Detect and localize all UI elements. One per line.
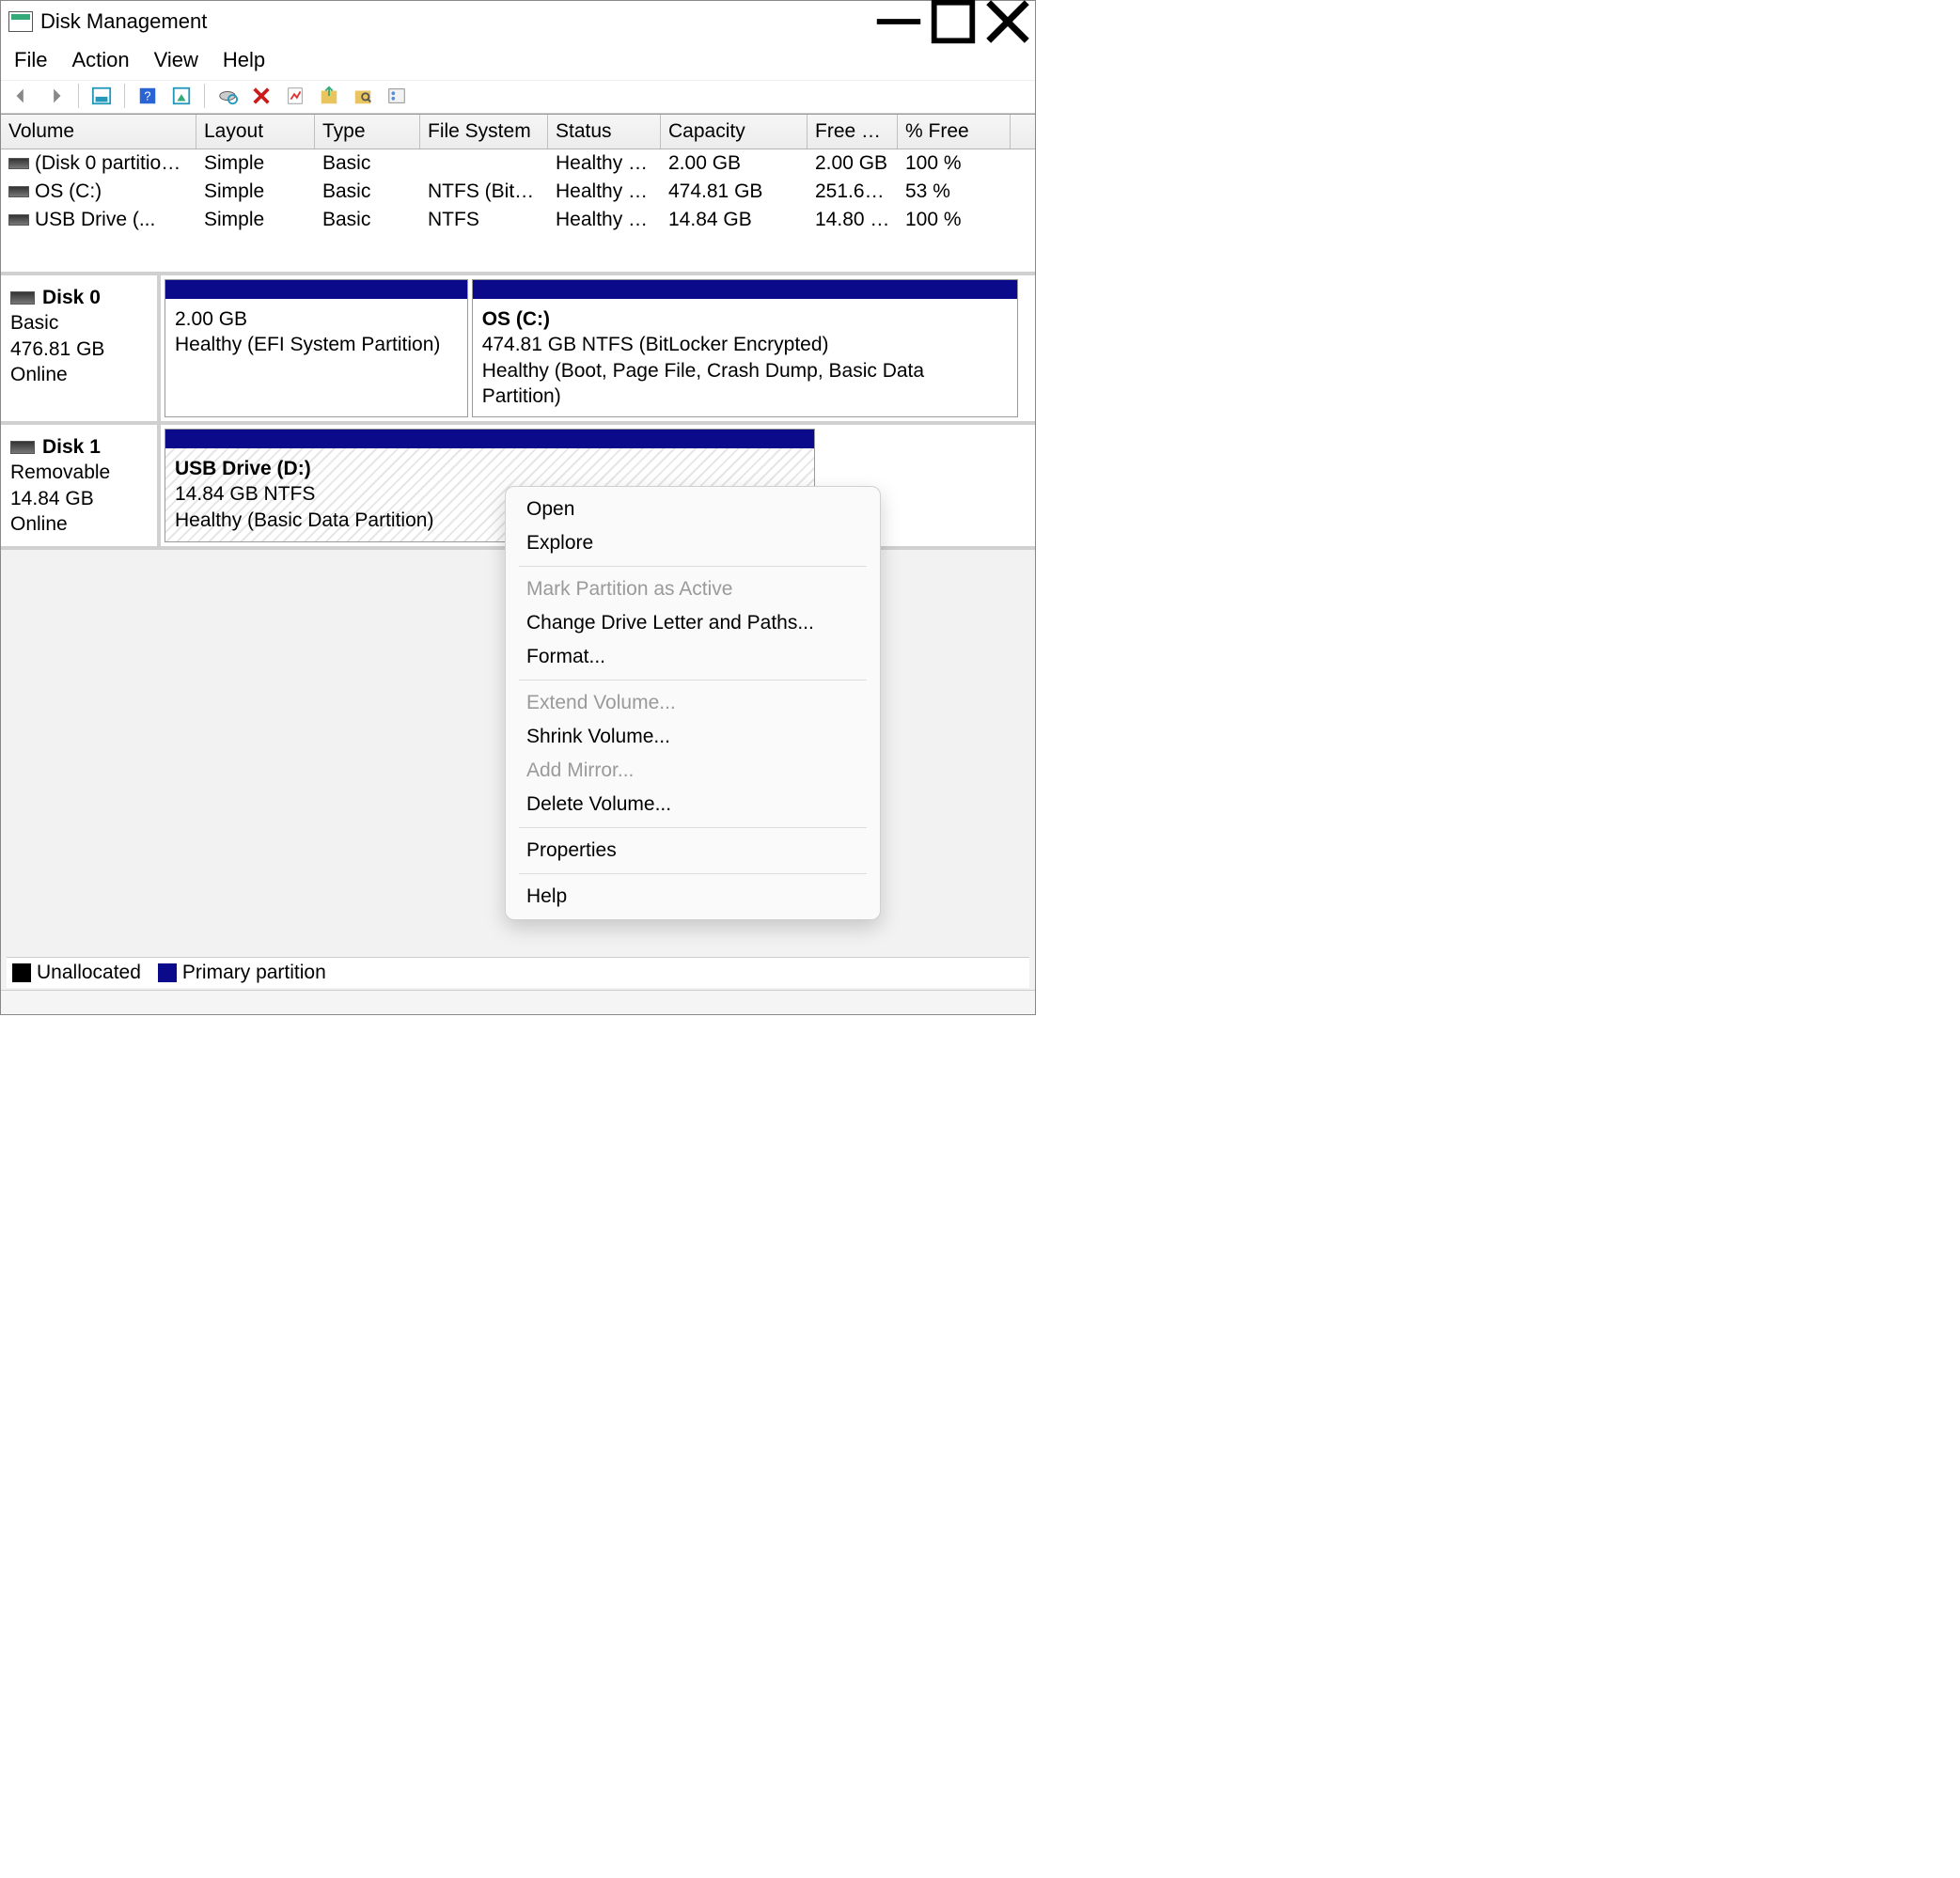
ctx-explore[interactable]: Explore <box>506 526 880 560</box>
volume-list: Volume Layout Type File System Status Ca… <box>1 114 1035 272</box>
partition[interactable]: OS (C:)474.81 GB NTFS (BitLocker Encrypt… <box>472 279 1018 417</box>
disk-icon <box>10 441 35 454</box>
ctx-mark-active: Mark Partition as Active <box>506 572 880 606</box>
context-menu: Open Explore Mark Partition as Active Ch… <box>505 486 881 920</box>
legend-unallocated: Unallocated <box>12 962 141 984</box>
ctx-open[interactable]: Open <box>506 493 880 526</box>
menu-help[interactable]: Help <box>223 48 265 72</box>
settings-button[interactable] <box>382 83 412 109</box>
ctx-separator <box>519 566 867 567</box>
ctx-shrink[interactable]: Shrink Volume... <box>506 720 880 754</box>
minimize-button[interactable] <box>871 1 926 42</box>
ctx-change-letter[interactable]: Change Drive Letter and Paths... <box>506 606 880 640</box>
ctx-extend: Extend Volume... <box>506 686 880 720</box>
column-capacity[interactable]: Capacity <box>661 115 808 149</box>
help-button[interactable]: ? <box>133 83 163 109</box>
disk-row: Disk 0Basic476.81 GBOnline2.00 GBHealthy… <box>1 275 1035 425</box>
window-controls <box>871 1 1035 42</box>
svg-text:?: ? <box>144 89 150 103</box>
ctx-add-mirror: Add Mirror... <box>506 754 880 788</box>
volume-row[interactable]: USB Drive (...SimpleBasicNTFSHealthy (B.… <box>1 206 1035 234</box>
swatch-blue-icon <box>158 963 177 982</box>
toolbar-separator <box>78 84 79 108</box>
disk-icon <box>8 186 29 197</box>
search-button[interactable] <box>348 83 378 109</box>
swatch-black-icon <box>12 963 31 982</box>
toolbar-separator <box>204 84 205 108</box>
rescan-disks-button[interactable] <box>212 83 243 109</box>
ctx-help[interactable]: Help <box>506 880 880 914</box>
properties-button[interactable] <box>280 83 310 109</box>
disk-icon <box>8 214 29 226</box>
partition-header-bar <box>165 280 467 299</box>
legend: Unallocated Primary partition <box>7 957 1029 988</box>
back-button[interactable] <box>7 83 37 109</box>
menu-view[interactable]: View <box>154 48 198 72</box>
delete-button[interactable] <box>246 83 276 109</box>
partition-container: 2.00 GBHealthy (EFI System Partition)OS … <box>161 275 1035 421</box>
volume-list-body: (Disk 0 partition 1)SimpleBasicHealthy (… <box>1 149 1035 272</box>
column-layout[interactable]: Layout <box>196 115 315 149</box>
show-hide-tree-button[interactable] <box>86 83 117 109</box>
volume-row[interactable]: (Disk 0 partition 1)SimpleBasicHealthy (… <box>1 149 1035 178</box>
column-volume[interactable]: Volume <box>1 115 196 149</box>
toolbar-separator <box>124 84 125 108</box>
ctx-delete[interactable]: Delete Volume... <box>506 788 880 822</box>
ctx-format[interactable]: Format... <box>506 640 880 674</box>
partition-header-bar <box>473 280 1017 299</box>
disk-icon <box>8 158 29 169</box>
ctx-separator <box>519 827 867 828</box>
column-type[interactable]: Type <box>315 115 420 149</box>
menu-file[interactable]: File <box>14 48 47 72</box>
disk-icon <box>10 291 35 305</box>
legend-primary: Primary partition <box>158 962 326 984</box>
volume-row[interactable]: OS (C:)SimpleBasicNTFS (BitLo...Healthy … <box>1 178 1035 206</box>
ctx-separator <box>519 680 867 681</box>
column-filesystem[interactable]: File System <box>420 115 548 149</box>
refresh-button[interactable] <box>166 83 196 109</box>
partition[interactable]: 2.00 GBHealthy (EFI System Partition) <box>165 279 468 417</box>
column-status[interactable]: Status <box>548 115 661 149</box>
disk-info[interactable]: Disk 1Removable14.84 GBOnline <box>1 425 161 546</box>
menu-action[interactable]: Action <box>71 48 129 72</box>
disk-info[interactable]: Disk 0Basic476.81 GBOnline <box>1 275 161 421</box>
menubar: File Action View Help <box>1 42 1035 80</box>
window-title: Disk Management <box>40 9 207 34</box>
column-free-space[interactable]: Free Spa... <box>808 115 898 149</box>
maximize-button[interactable] <box>926 1 980 42</box>
import-button[interactable] <box>314 83 344 109</box>
close-button[interactable] <box>980 1 1035 42</box>
column-pct-free[interactable]: % Free <box>898 115 1011 149</box>
status-bar <box>1 990 1035 1014</box>
forward-button[interactable] <box>40 83 71 109</box>
titlebar: Disk Management <box>1 1 1035 42</box>
window-frame: Disk Management File Action View Help ? … <box>0 0 1036 1015</box>
toolbar: ? <box>1 80 1035 114</box>
ctx-separator <box>519 873 867 874</box>
ctx-properties[interactable]: Properties <box>506 834 880 868</box>
partition-header-bar <box>165 430 814 448</box>
volume-header-row: Volume Layout Type File System Status Ca… <box>1 115 1035 149</box>
app-icon <box>8 11 33 32</box>
